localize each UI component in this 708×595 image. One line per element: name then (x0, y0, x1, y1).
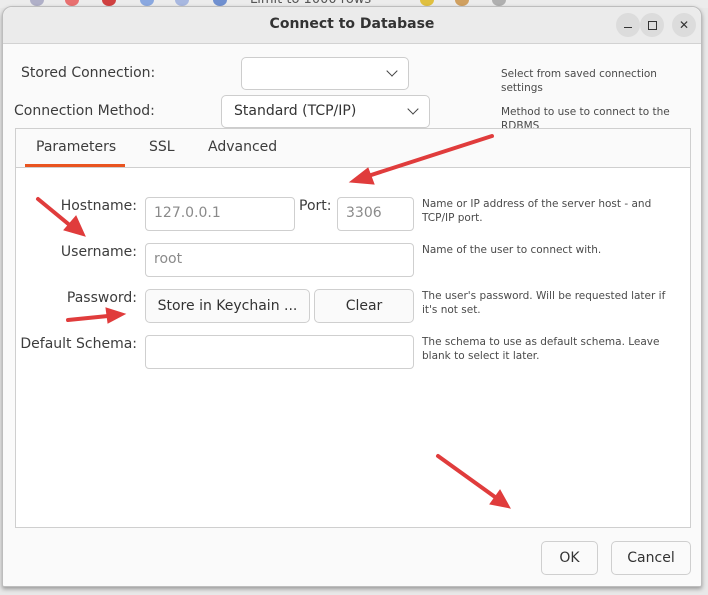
annotation-arrow-port (348, 134, 494, 185)
annotation-arrow-password (66, 307, 127, 324)
annotation-arrows (36, 134, 511, 509)
annotation-arrow-username (36, 197, 86, 237)
annotation-arrow-ok (436, 454, 511, 509)
